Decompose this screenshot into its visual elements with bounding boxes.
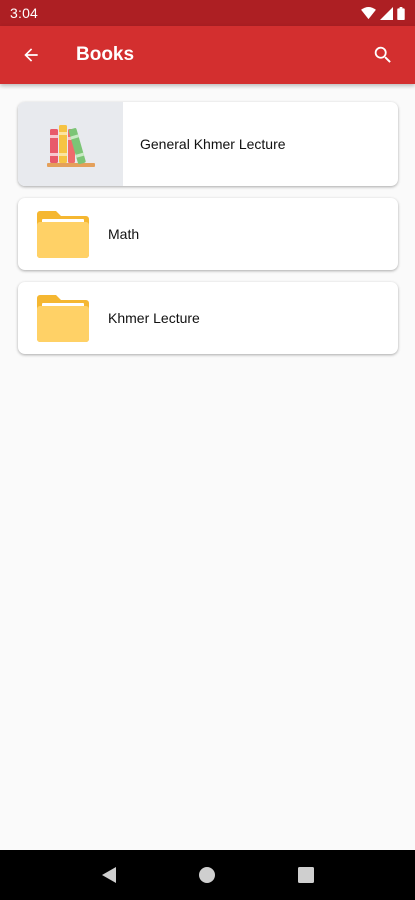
triangle-back-icon (102, 867, 117, 883)
back-button[interactable] (2, 26, 60, 84)
folder-icon (37, 211, 89, 258)
signal-icon (380, 6, 393, 20)
wifi-icon (361, 6, 376, 19)
nav-back-button[interactable] (89, 855, 129, 895)
list-item-math[interactable]: Math (18, 198, 398, 270)
list-item-khmer-lecture[interactable]: Khmer Lecture (18, 282, 398, 354)
list-item-label: Khmer Lecture (108, 310, 200, 326)
battery-icon (397, 6, 405, 20)
books-icon (46, 125, 95, 167)
folder-icon (37, 295, 89, 342)
nav-home-button[interactable] (187, 855, 227, 895)
list-item-general-khmer-lecture[interactable]: General Khmer Lecture (18, 102, 398, 186)
search-icon (374, 46, 391, 63)
book-list: General Khmer Lecture Math Khmer Lecture (0, 84, 415, 850)
status-time: 3:04 (10, 5, 39, 21)
search-button[interactable] (355, 26, 411, 84)
square-recents-icon (297, 867, 314, 883)
page-title: Books (76, 44, 135, 65)
nav-recents-button[interactable] (286, 855, 326, 895)
status-bar: 3:04 (0, 0, 415, 26)
arrow-back-icon (24, 48, 38, 62)
list-item-label: General Khmer Lecture (140, 136, 286, 152)
system-nav-bar (0, 850, 415, 900)
books-thumbnail (18, 102, 123, 186)
app-bar: Books (0, 26, 415, 84)
list-item-label: Math (108, 226, 140, 242)
circle-home-icon (199, 867, 216, 883)
